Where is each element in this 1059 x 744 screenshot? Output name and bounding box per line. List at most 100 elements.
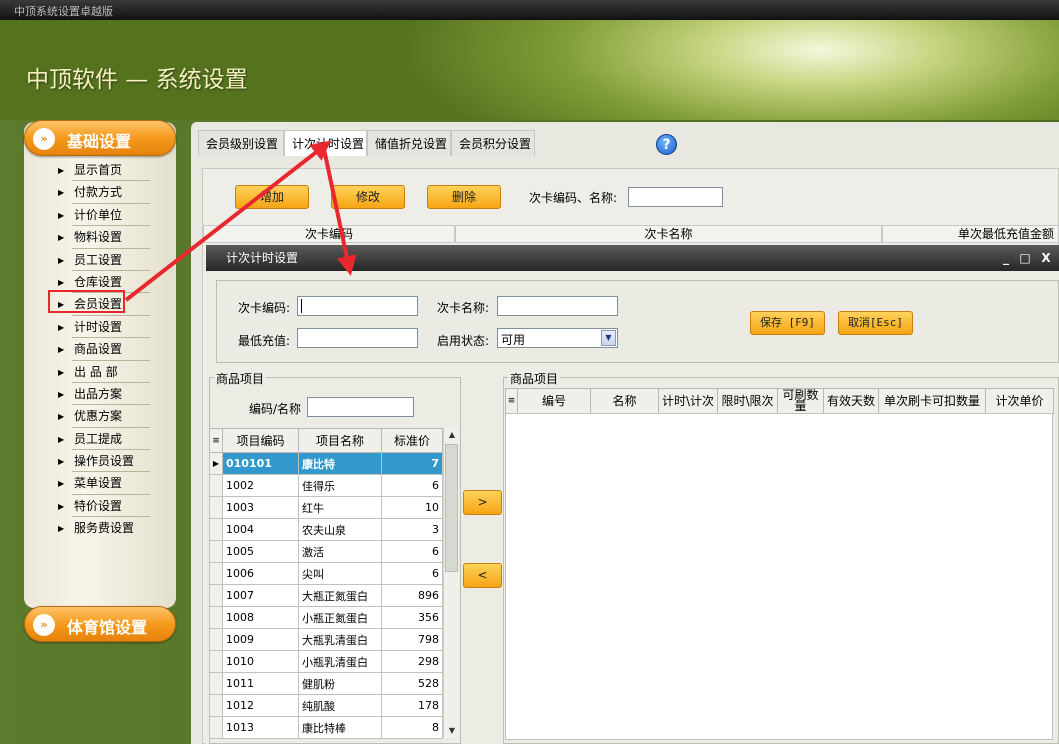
maximize-icon[interactable]: □ [1018, 245, 1032, 271]
bg-col-min-amount[interactable]: 单次最低充值金额 [882, 225, 1059, 243]
card-name-input[interactable] [497, 296, 618, 316]
minimize-icon[interactable]: _ [999, 245, 1013, 271]
col-name[interactable]: 名称 [590, 388, 659, 414]
delete-button[interactable]: 删除 [427, 185, 501, 209]
col-timing-count[interactable]: 计时\计次 [658, 388, 718, 414]
bullet-arrow-icon: ▶ [58, 457, 65, 467]
table-row[interactable]: 1008 小瓶正氮蛋白 356 [209, 606, 443, 629]
filter-input[interactable] [307, 397, 414, 417]
cell-price: 356 [381, 606, 443, 629]
bullet-arrow-icon: ▶ [58, 367, 65, 377]
sidebar-item-dept[interactable]: ▶ 出 品 部 [24, 362, 174, 384]
goods-table: ≡ 项目编码 项目名称 标准价 ▶ 010101 康比特 7 1002 佳得乐 6 100… [209, 428, 443, 739]
bullet-arrow-icon: ▶ [58, 255, 65, 265]
card-code-input[interactable] [297, 296, 418, 316]
scroll-down-icon[interactable]: ▼ [444, 724, 460, 738]
row-indicator [209, 474, 223, 497]
col-limit[interactable]: 限时\限次 [717, 388, 778, 414]
sidebar-item-operator[interactable]: ▶ 操作员设置 [24, 451, 174, 473]
dialog-form [216, 280, 1059, 363]
close-icon[interactable]: X [1039, 245, 1053, 271]
table-row[interactable]: 1011 健肌粉 528 [209, 672, 443, 695]
sidebar-item-commission[interactable]: ▶ 员工提成 [24, 429, 174, 451]
chevron-down-icon[interactable]: ▼ [601, 330, 616, 346]
sidebar-item-label: 付款方式 [74, 185, 123, 200]
sidebar-item-units[interactable]: ▶ 计价单位 [24, 205, 174, 227]
row-indicator [209, 540, 223, 563]
cell-price: 178 [381, 694, 443, 717]
cell-code: 1011 [222, 672, 299, 695]
help-icon[interactable]: ? [656, 134, 677, 155]
col-item-name[interactable]: 项目名称 [298, 428, 382, 453]
bullet-arrow-icon: ▶ [58, 166, 65, 175]
cancel-button[interactable]: 取消[Esc] [838, 311, 913, 335]
add-item-button[interactable]: > [463, 490, 502, 515]
goods-scrollbar[interactable]: ▲ ▼ [443, 428, 459, 738]
cell-name: 佳得乐 [298, 474, 382, 497]
bullet-arrow-icon: ▶ [58, 434, 65, 444]
col-valid-days[interactable]: 有效天数 [823, 388, 879, 414]
status-label: 启用状态: [437, 334, 490, 348]
min-recharge-input[interactable] [297, 328, 418, 348]
table-row[interactable]: 1013 康比特棒 8 [209, 716, 443, 739]
add-button[interactable]: 增加 [235, 185, 309, 209]
cell-name: 大瓶乳清蛋白 [298, 628, 382, 651]
bg-col-name[interactable]: 次卡名称 [455, 225, 882, 243]
section-basic-settings[interactable]: » 基础设置 [24, 120, 176, 156]
col-unit-price[interactable]: 计次单价 [985, 388, 1054, 414]
search-input[interactable] [628, 187, 723, 207]
table-row[interactable]: 1004 农夫山泉 3 [209, 518, 443, 541]
selected-items-body[interactable] [505, 413, 1053, 740]
remove-item-button[interactable]: < [463, 563, 502, 588]
sidebar-item-timing[interactable]: ▶ 计时设置 [24, 317, 174, 339]
section-gym-settings[interactable]: » 体育馆设置 [24, 606, 176, 642]
row-pointer-icon: ▶ [209, 452, 223, 475]
tab-count-timing[interactable]: 计次计时设置 [284, 130, 367, 156]
table-row[interactable]: 1010 小瓶乳清蛋白 298 [209, 650, 443, 673]
col-deduct-qty[interactable]: 单次刷卡可扣数量 [878, 388, 986, 414]
table-row[interactable]: 1009 大瓶乳清蛋白 798 [209, 628, 443, 651]
table-row[interactable]: 1002 佳得乐 6 [209, 474, 443, 497]
sidebar-item-service-fee[interactable]: ▶ 服务费设置 [24, 518, 174, 540]
bullet-arrow-icon: ▶ [58, 524, 65, 534]
col-swipe-qty[interactable]: 可刷数量 [777, 388, 824, 414]
sidebar-item-plan[interactable]: ▶ 出品方案 [24, 384, 174, 406]
tab-member-points[interactable]: 会员积分设置 [451, 130, 535, 156]
tab-member-level[interactable]: 会员级别设置 [198, 130, 284, 156]
sidebar-item-payment[interactable]: ▶ 付款方式 [24, 182, 174, 204]
col-number[interactable]: 编号 [517, 388, 591, 414]
cell-name: 小瓶乳清蛋白 [298, 650, 382, 673]
cell-code: 1008 [222, 606, 299, 629]
sidebar-item-staff[interactable]: ▶ 员工设置 [24, 250, 174, 272]
expand-icon: » [33, 614, 55, 636]
bg-col-code[interactable]: 次卡编码 [203, 225, 455, 243]
card-code-label: 次卡编码: [238, 301, 291, 315]
cell-price: 6 [381, 540, 443, 563]
table-header-row: ≡ 项目编码 项目名称 标准价 [209, 428, 443, 453]
table-row[interactable]: 1005 激活 6 [209, 540, 443, 563]
tab-stored-value[interactable]: 储值折兑设置 [367, 130, 451, 156]
scroll-up-icon[interactable]: ▲ [444, 428, 460, 442]
bullet-arrow-icon: ▶ [58, 210, 65, 220]
section-label: 基础设置 [67, 132, 132, 151]
cell-code: 1002 [222, 474, 299, 497]
save-button[interactable]: 保存 [F9] [750, 311, 825, 335]
table-row[interactable]: 1012 纯肌酸 178 [209, 694, 443, 717]
sidebar-item-discount[interactable]: ▶ 优惠方案 [24, 406, 174, 428]
col-item-code[interactable]: 项目编码 [222, 428, 299, 453]
sidebar-item-menu[interactable]: ▶ 菜单设置 [24, 473, 174, 495]
table-row[interactable]: 1006 尖叫 6 [209, 562, 443, 585]
scrollbar-thumb[interactable] [445, 444, 458, 572]
table-row[interactable]: 1003 红牛 10 [209, 496, 443, 519]
sidebar-item-goods[interactable]: ▶ 商品设置 [24, 339, 174, 361]
sidebar-item-materials[interactable]: ▶ 物料设置 [24, 227, 174, 249]
table-row[interactable]: ▶ 010101 康比特 7 [209, 452, 443, 475]
cell-price: 896 [381, 584, 443, 607]
col-std-price[interactable]: 标准价 [381, 428, 443, 453]
edit-button[interactable]: 修改 [331, 185, 405, 209]
table-row[interactable]: 1007 大瓶正氮蛋白 896 [209, 584, 443, 607]
sidebar-item-home[interactable]: ▶ 显示首页 [24, 160, 174, 182]
sidebar-item-special[interactable]: ▶ 特价设置 [24, 496, 174, 518]
status-select[interactable]: 可用 ▼ [497, 328, 618, 348]
selected-items-table: ≡ 编号 名称 计时\计次 限时\限次 可刷数量 有效天数 单次刷卡可扣数量 计… [505, 388, 1054, 414]
